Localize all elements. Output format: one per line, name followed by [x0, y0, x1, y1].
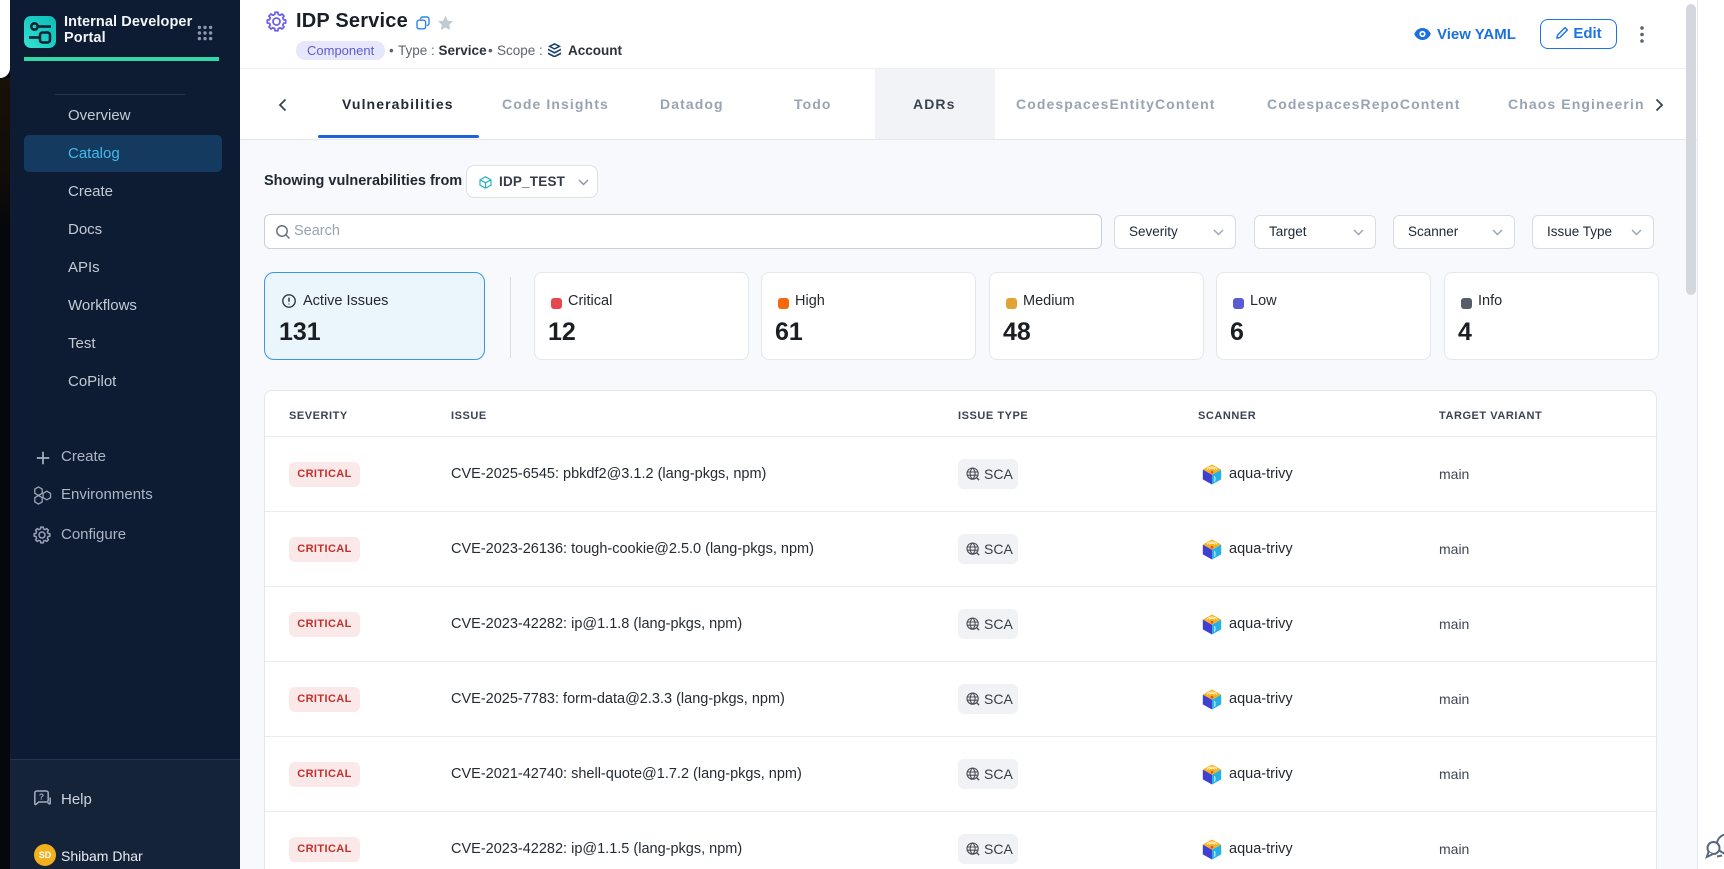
svg-text:?: ? — [39, 792, 44, 802]
